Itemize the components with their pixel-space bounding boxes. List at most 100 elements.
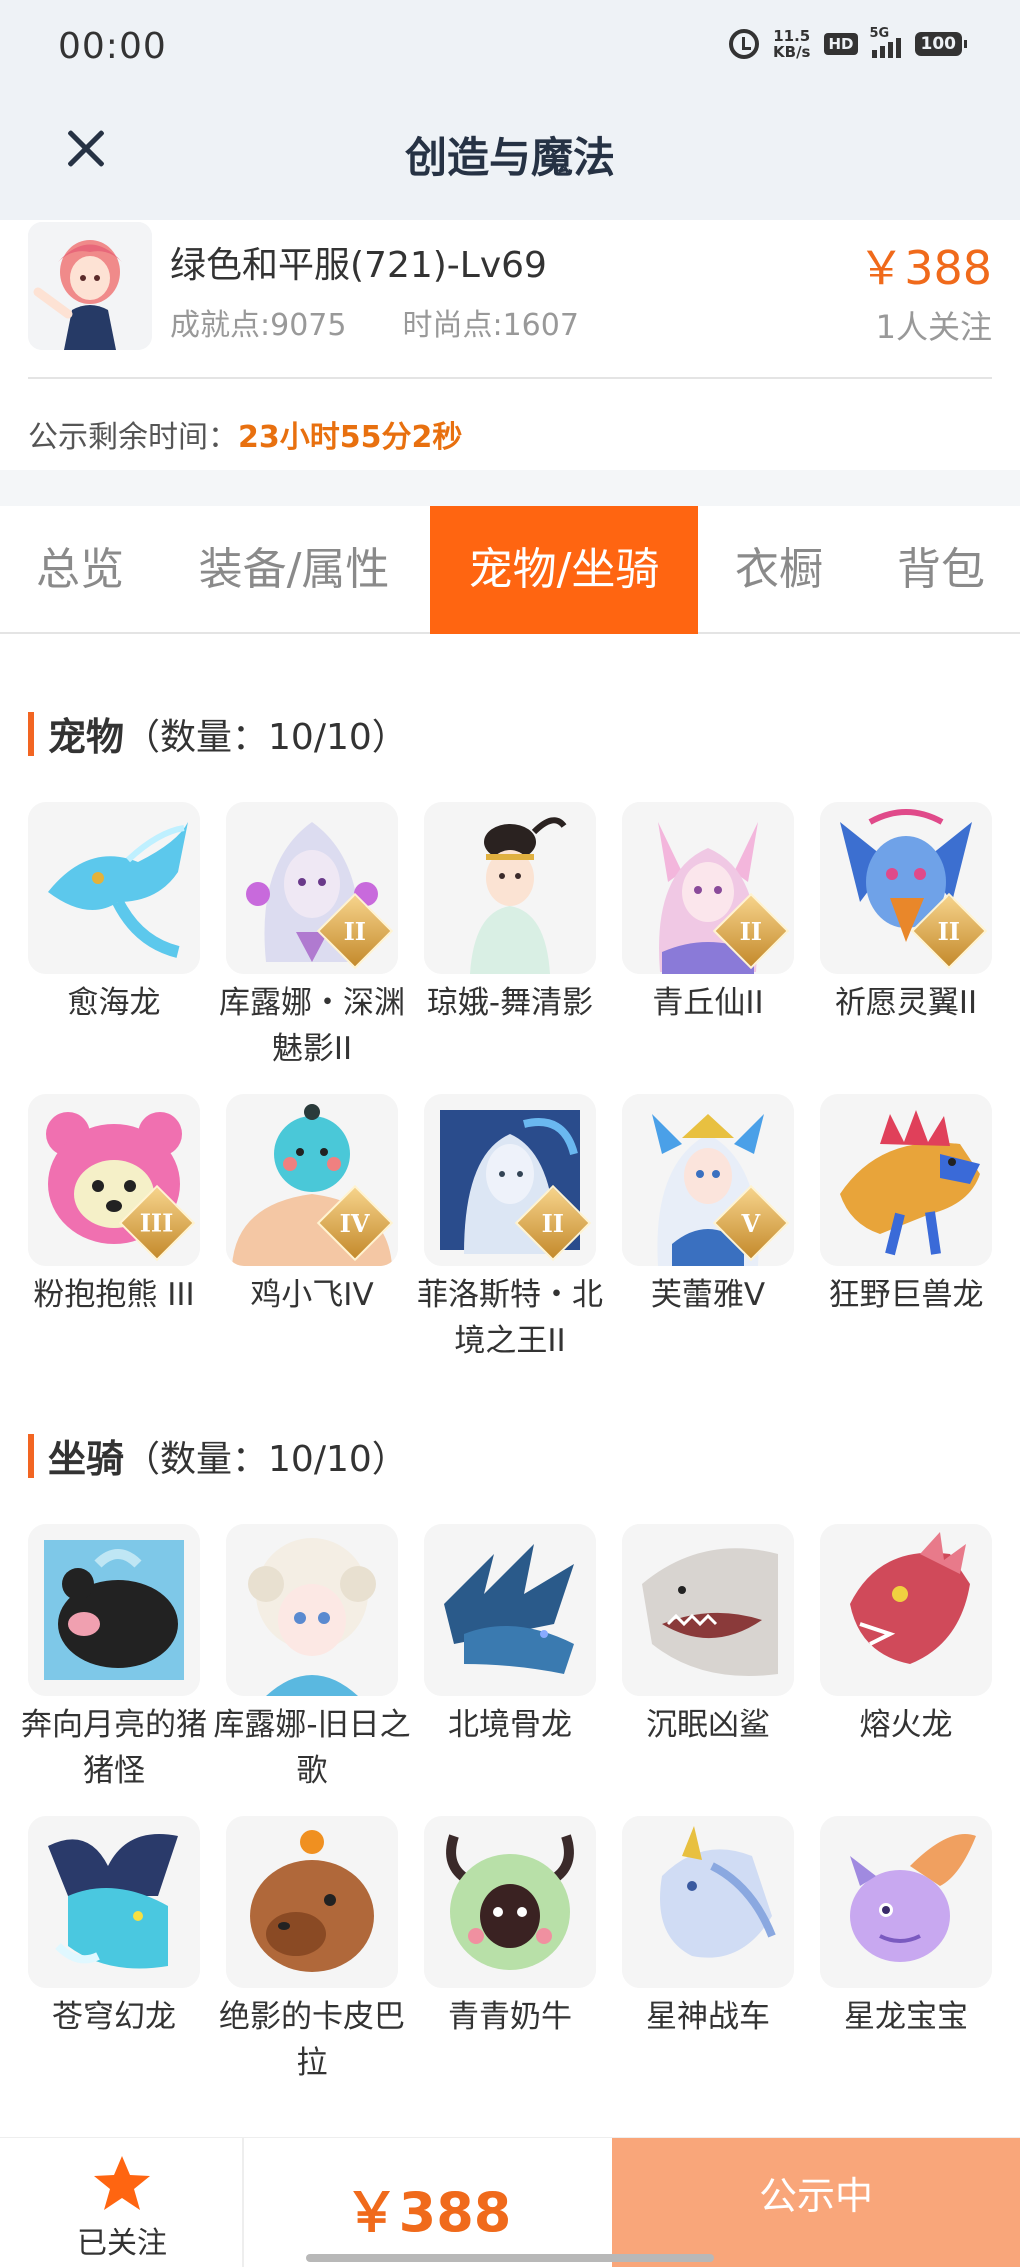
app-header: 创造与魔法 bbox=[0, 96, 1020, 220]
countdown-time: 23小时55分2秒 bbox=[238, 420, 463, 455]
network-speed: 11.5 KB/s bbox=[773, 28, 810, 60]
pets-section-title: 宠物 （数量：10/10） bbox=[28, 706, 408, 761]
mount-name: 绝影的卡皮巴拉 bbox=[219, 1999, 405, 2081]
battery-icon: 100 bbox=[914, 32, 967, 56]
pet-item[interactable]: II 青丘仙II bbox=[622, 802, 794, 1026]
pet-name: 芙蕾雅V bbox=[650, 1277, 766, 1313]
follow-label: 已关注 bbox=[77, 2226, 167, 2261]
status-bar: 00:00 11.5 KB/s HD 5G 100 bbox=[0, 0, 1020, 96]
tab-overview[interactable]: 总览 bbox=[0, 506, 160, 634]
section-accent bbox=[28, 711, 34, 756]
tab-equipment[interactable]: 装备/属性 bbox=[172, 506, 416, 634]
mount-name: 星龙宝宝 bbox=[844, 1999, 968, 2035]
qiong-e-icon bbox=[424, 802, 596, 974]
mount-name: 北境骨龙 bbox=[448, 1707, 572, 1743]
pet-item[interactable]: V 芙蕾雅V bbox=[622, 1094, 794, 1318]
pet-item[interactable]: IV 鸡小飞IV bbox=[226, 1094, 398, 1318]
follower-count: 1人关注 bbox=[875, 308, 992, 346]
green-cow-icon bbox=[424, 1816, 596, 1988]
sea-dragon-icon bbox=[28, 802, 200, 974]
mounts-title: 坐骑 bbox=[48, 1437, 125, 1481]
mount-name: 苍穹幻龙 bbox=[52, 1999, 176, 2035]
mount-item[interactable]: 青青奶牛 bbox=[424, 1816, 596, 2040]
wild-dino-icon bbox=[820, 1094, 992, 1266]
status-time: 00:00 bbox=[58, 26, 167, 67]
pet-item[interactable]: 琼娥-舞清影 bbox=[424, 802, 596, 1026]
mount-item[interactable]: 绝影的卡皮巴拉 bbox=[219, 1816, 405, 2086]
bottom-action-bar: 已关注 ￥388 公示中 bbox=[0, 2137, 1020, 2267]
frost-king-icon: II bbox=[424, 1094, 596, 1266]
pet-item[interactable]: 愈海龙 bbox=[28, 802, 200, 1026]
character-name: 绿色和平服(721)-Lv69 bbox=[170, 245, 547, 286]
fox-fairy-icon: II bbox=[622, 802, 794, 974]
follow-button[interactable]: 已关注 bbox=[0, 2138, 244, 2267]
tab-wardrobe[interactable]: 衣橱 bbox=[708, 506, 850, 634]
pet-item[interactable]: 狂野巨兽龙 bbox=[820, 1094, 992, 1318]
network-speed-value: 11.5 bbox=[773, 27, 811, 45]
pet-name: 鸡小飞IV bbox=[250, 1277, 374, 1313]
mount-name: 奔向月亮的猪猪怪 bbox=[21, 1707, 207, 1789]
publicity-status-button[interactable]: 公示中 bbox=[612, 2138, 1020, 2267]
mount-item[interactable]: 星神战车 bbox=[622, 1816, 794, 2040]
pet-name: 愈海龙 bbox=[67, 985, 161, 1021]
baby-dragon-icon bbox=[820, 1816, 992, 1988]
character-stats: 成就点:9075 时尚点:1607 bbox=[170, 300, 579, 344]
mount-item[interactable]: 苍穹幻龙 bbox=[28, 1816, 200, 2040]
alarm-icon bbox=[729, 29, 760, 59]
capybara-icon bbox=[226, 1816, 398, 1988]
mount-item[interactable]: 北境骨龙 bbox=[424, 1524, 596, 1748]
mount-item[interactable]: 奔向月亮的猪猪怪 bbox=[21, 1524, 207, 1794]
shark-icon bbox=[622, 1524, 794, 1696]
mount-item[interactable]: 熔火龙 bbox=[820, 1524, 992, 1748]
griffin-icon: II bbox=[820, 802, 992, 974]
character-price: ￥388 bbox=[858, 241, 992, 295]
achievement-points: 成就点:9075 bbox=[170, 308, 347, 343]
countdown-label: 公示剩余时间： bbox=[28, 420, 238, 455]
signal-icon: 5G bbox=[870, 26, 901, 58]
mount-item[interactable]: 沉眠凶鲨 bbox=[622, 1524, 794, 1748]
mount-item[interactable]: 星龙宝宝 bbox=[820, 1816, 992, 2040]
pet-name: 琼娥-舞清影 bbox=[426, 985, 594, 1021]
hd-icon: HD bbox=[824, 33, 858, 55]
page-title: 创造与魔法 bbox=[404, 133, 615, 182]
bottom-price: ￥388 bbox=[344, 2181, 512, 2244]
pink-bear-icon: III bbox=[28, 1094, 200, 1266]
mount-name: 熔火龙 bbox=[859, 1707, 953, 1743]
publicity-countdown: 公示剩余时间：23小时55分2秒 bbox=[28, 412, 462, 456]
home-indicator[interactable] bbox=[306, 2254, 714, 2262]
pet-item[interactable]: II 菲洛斯特・北境之王II bbox=[417, 1094, 603, 1364]
network-speed-unit: KB/s bbox=[773, 43, 811, 61]
pet-name: 狂野巨兽龙 bbox=[828, 1277, 984, 1313]
mount-name: 星神战车 bbox=[646, 1999, 770, 2035]
pets-title: 宠物 bbox=[48, 715, 125, 759]
mount-item[interactable]: 库露娜-旧日之歌 bbox=[213, 1524, 411, 1794]
mount-name: 库露娜-旧日之歌 bbox=[213, 1707, 411, 1789]
kuluna-song-icon bbox=[226, 1524, 398, 1696]
pet-item[interactable]: III 粉抱抱熊 III bbox=[28, 1094, 200, 1318]
mount-name: 沉眠凶鲨 bbox=[646, 1707, 770, 1743]
tab-bar: 总览 装备/属性 宠物/坐骑 衣橱 背包 bbox=[0, 506, 1020, 634]
pets-count: （数量：10/10） bbox=[124, 716, 408, 758]
mount-name: 青青奶牛 bbox=[448, 1999, 572, 2035]
freya-icon: V bbox=[622, 1094, 794, 1266]
pet-item[interactable]: II 祈愿灵翼II bbox=[820, 802, 992, 1026]
pet-name: 祈愿灵翼II bbox=[834, 985, 978, 1021]
pet-name: 菲洛斯特・北境之王II bbox=[417, 1277, 603, 1359]
star-chariot-icon bbox=[622, 1816, 794, 1988]
tab-pets-mounts[interactable]: 宠物/坐骑 bbox=[430, 506, 698, 634]
sky-dragon-icon bbox=[28, 1816, 200, 1988]
pet-name: 青丘仙II bbox=[652, 985, 764, 1021]
tab-backpack[interactable]: 背包 bbox=[870, 506, 1012, 634]
lava-dragon-icon bbox=[820, 1524, 992, 1696]
bone-dragon-icon bbox=[424, 1524, 596, 1696]
divider bbox=[28, 377, 992, 379]
section-spacer bbox=[0, 470, 1020, 506]
pet-name: 库露娜・深渊魅影II bbox=[219, 985, 405, 1067]
character-avatar bbox=[28, 222, 152, 350]
mounts-count: （数量：10/10） bbox=[124, 1438, 408, 1480]
fashion-points: 时尚点:1607 bbox=[402, 308, 579, 343]
character-card[interactable]: 绿色和平服(721)-Lv69 成就点:9075 时尚点:1607 ￥388 1… bbox=[28, 222, 992, 378]
star-icon bbox=[94, 2156, 150, 2210]
pet-item[interactable]: II 库露娜・深渊魅影II bbox=[219, 802, 405, 1072]
section-accent bbox=[28, 1433, 34, 1478]
